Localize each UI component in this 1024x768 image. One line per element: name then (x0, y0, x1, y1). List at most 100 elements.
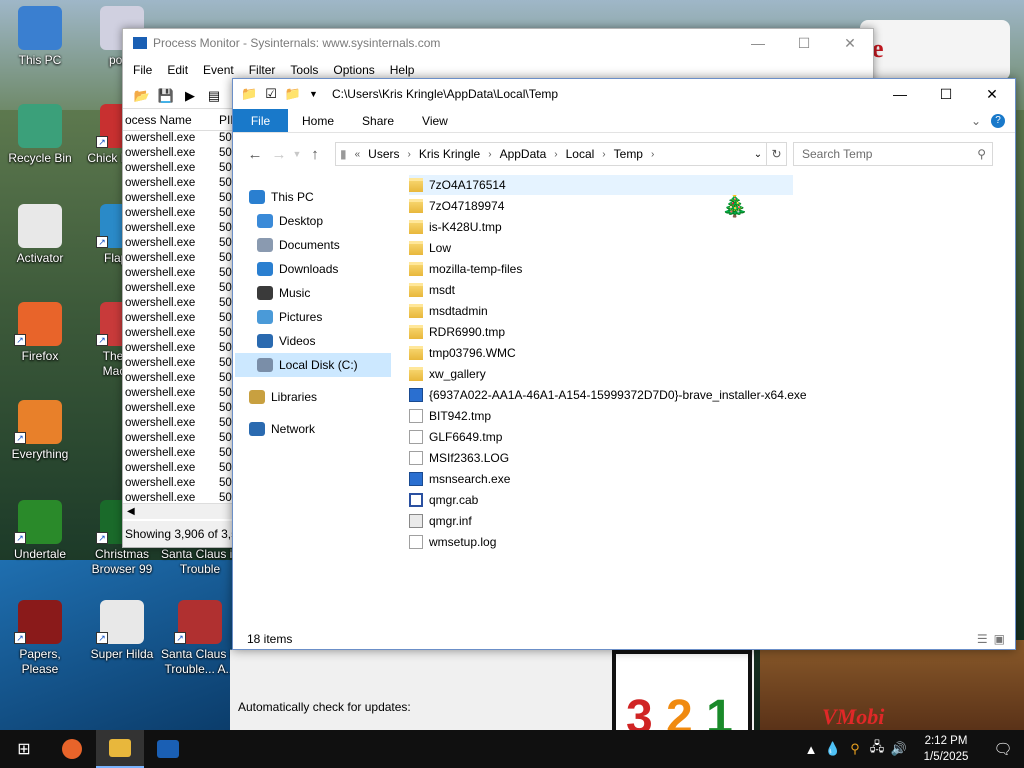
start-button[interactable]: ⊞ (0, 730, 48, 768)
list-item[interactable]: xw_gallery (409, 364, 486, 384)
horizontal-scrollbar[interactable]: ◀ (123, 503, 233, 519)
breadcrumb-item[interactable]: AppData (500, 147, 547, 161)
list-item[interactable]: msnsearch.exe (409, 469, 510, 489)
help-icon[interactable]: ? (991, 113, 1005, 128)
details-view-icon[interactable]: ☰ (977, 632, 988, 646)
list-item[interactable]: qmgr.cab (409, 490, 478, 510)
clock[interactable]: 2:12 PM 1/5/2025 (910, 733, 982, 765)
menu-item[interactable]: Filter (249, 63, 276, 77)
maximize-icon[interactable]: ☐ (781, 29, 827, 57)
breadcrumb-item[interactable]: Kris Kringle (419, 147, 480, 161)
menu-item[interactable]: Options (333, 63, 374, 77)
breadcrumb-item[interactable]: Users (368, 147, 399, 161)
menu-item[interactable]: Edit (167, 63, 188, 77)
capture-icon[interactable]: ▶ (179, 86, 201, 106)
list-item[interactable]: qmgr.inf (409, 511, 472, 531)
nav-item[interactable]: Downloads (257, 257, 338, 281)
nav-item[interactable]: Pictures (257, 305, 322, 329)
up-arrow-icon[interactable]: ↑ (303, 146, 327, 163)
desktop-icon[interactable]: Activator (0, 204, 80, 266)
tab-file[interactable]: File (233, 109, 288, 132)
taskbar-file-explorer[interactable] (96, 730, 144, 768)
list-item[interactable]: RDR6990.tmp (409, 322, 505, 342)
breadcrumb-chevron-icon[interactable]: › (488, 149, 491, 160)
list-item[interactable]: MSIf2363.LOG (409, 448, 509, 468)
breadcrumb-chevron-icon[interactable]: › (554, 149, 557, 160)
notifications-icon[interactable]: 🗨 (982, 740, 1024, 758)
maximize-icon[interactable]: ☐ (923, 79, 969, 109)
properties-icon[interactable]: ☑ (265, 86, 277, 102)
desktop-icon[interactable]: ↗ Undertale (0, 500, 80, 562)
refresh-icon[interactable]: ↻ (767, 142, 787, 166)
list-item[interactable]: msdtadmin (409, 301, 488, 321)
nav-item[interactable]: Libraries (249, 385, 317, 409)
nav-item[interactable]: This PC (249, 185, 314, 209)
search-icon[interactable]: ⚲ (977, 147, 986, 161)
list-item[interactable]: wmsetup.log (409, 532, 496, 552)
new-folder-icon[interactable]: 📁 (285, 86, 301, 102)
list-item[interactable]: 7zO4A176514 (409, 175, 793, 195)
recent-dropdown-icon[interactable]: ▼ (291, 149, 303, 159)
volume-icon[interactable]: 🔊 (888, 741, 910, 757)
list-item[interactable]: tmp03796.WMC (409, 343, 516, 363)
list-item[interactable]: 7zO47189974 (409, 196, 504, 216)
taskbar-firefox[interactable] (48, 730, 96, 768)
nav-item[interactable]: Local Disk (C:) (235, 353, 391, 377)
menu-item[interactable]: Tools (290, 63, 318, 77)
list-item[interactable]: BIT942.tmp (409, 406, 491, 426)
desktop-icon[interactable]: Recycle Bin (0, 104, 80, 166)
nav-item[interactable]: Videos (257, 329, 315, 353)
breadcrumb-item[interactable]: Temp (614, 147, 643, 161)
list-item[interactable]: Low (409, 238, 451, 258)
tray-drop-icon[interactable]: 💧 (822, 741, 844, 757)
menu-item[interactable]: Event (203, 63, 234, 77)
close-icon[interactable]: ✕ (969, 79, 1015, 109)
desktop-icon[interactable]: ↗ Firefox (0, 302, 80, 364)
breadcrumb-chevron-icon[interactable]: › (602, 149, 605, 160)
minimize-icon[interactable]: — (735, 29, 781, 57)
tab-home[interactable]: Home (288, 109, 348, 132)
tray-search-icon[interactable]: ⚲ (844, 741, 866, 757)
overflow-chevron-icon[interactable]: « (355, 149, 361, 160)
minimize-icon[interactable]: — (877, 79, 923, 109)
file-explorer-window[interactable]: 📁 ☑ 📁 ▼ C:\Users\Kris Kringle\AppData\Lo… (232, 78, 1016, 650)
address-bar[interactable]: ▮ « Users › Kris Kringle › AppData › Local › Tem… (335, 142, 767, 166)
list-item[interactable]: is-K428U.tmp (409, 217, 502, 237)
taskbar-process-monitor[interactable] (144, 730, 192, 768)
tab-share[interactable]: Share (348, 109, 408, 132)
expand-ribbon-icon[interactable]: ⌄ (971, 114, 981, 128)
back-arrow-icon[interactable]: ← (243, 146, 267, 163)
desktop-icon[interactable]: ↗ Everything (0, 400, 80, 462)
nav-item[interactable]: Network (249, 417, 315, 441)
desktop-icon[interactable]: ↗ Papers, Please (0, 600, 80, 677)
nav-item[interactable]: Music (257, 281, 310, 305)
breadcrumb-item[interactable]: Local (566, 147, 595, 161)
breadcrumb-chevron-icon[interactable]: › (651, 149, 654, 160)
large-icons-view-icon[interactable]: ▣ (994, 632, 1005, 646)
search-box[interactable]: Search Temp ⚲ (793, 142, 993, 166)
desktop-icon[interactable]: ↗ Super Hilda (82, 600, 162, 662)
list-item[interactable]: {6937A022-AA1A-46A1-A154-15999372D7D0}-b… (409, 385, 807, 405)
tray-app-icon[interactable]: ▲ (800, 742, 822, 757)
desktop-icon[interactable]: ↗ Santa Claus in Trouble... A... (160, 600, 240, 677)
search-input[interactable]: Search Temp (802, 147, 872, 161)
close-icon[interactable]: ✕ (827, 29, 873, 57)
forward-arrow-icon[interactable]: → (267, 146, 291, 163)
breadcrumb-chevron-icon[interactable]: › (408, 149, 411, 160)
column-process-name[interactable]: ocess Name (123, 113, 213, 127)
desktop-icon[interactable]: This PC (0, 6, 80, 68)
autoscroll-icon[interactable]: ▤ (203, 86, 225, 106)
menu-item[interactable]: File (133, 63, 152, 77)
list-item[interactable]: mozilla-temp-files (409, 259, 522, 279)
chevron-down-icon[interactable]: ▼ (309, 89, 318, 99)
nav-item[interactable]: Desktop (257, 209, 323, 233)
network-icon[interactable]: 🖧 (866, 738, 888, 760)
list-item[interactable]: msdt (409, 280, 455, 300)
list-item[interactable]: GLF6649.tmp (409, 427, 502, 447)
nav-item[interactable]: Documents (257, 233, 340, 257)
address-dropdown-icon[interactable]: ⌄ (750, 149, 766, 160)
menu-item[interactable]: Help (390, 63, 415, 77)
tab-view[interactable]: View (408, 109, 462, 132)
open-folder-icon[interactable]: 📂 (131, 86, 153, 106)
save-icon[interactable]: 💾 (155, 86, 177, 106)
